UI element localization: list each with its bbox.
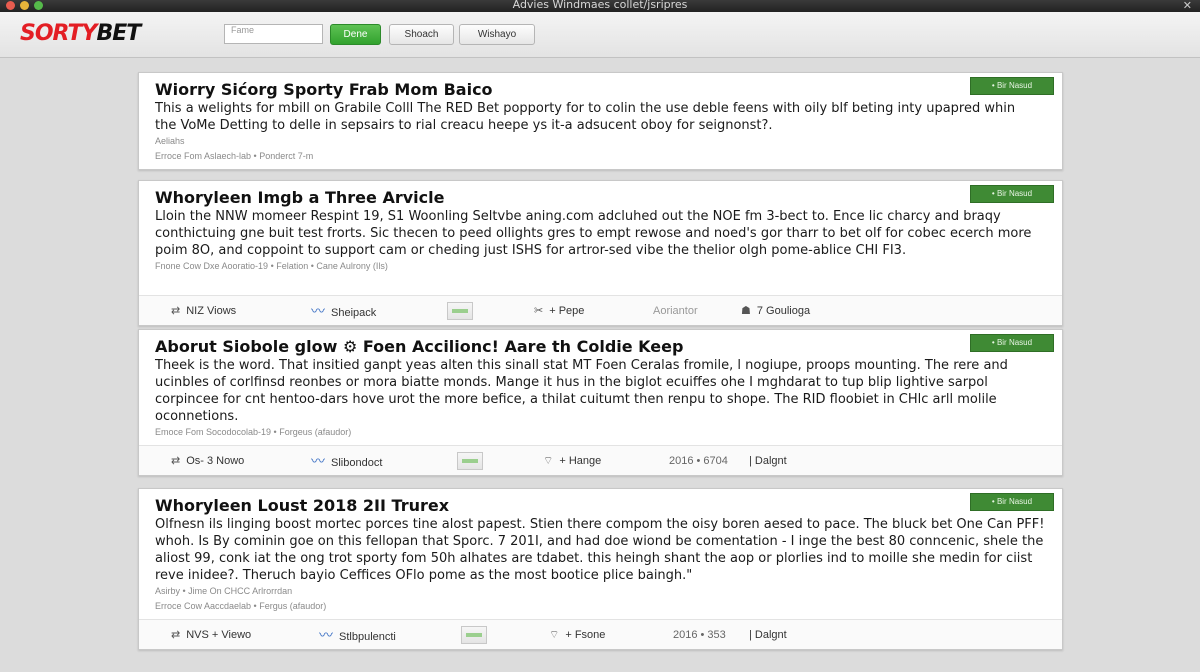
brand-logo[interactable]: SORTYBET	[20, 21, 141, 46]
views-icon: ⇄	[171, 305, 181, 317]
maximize-window-icon[interactable]	[34, 1, 43, 10]
dalgnt-action[interactable]: | Dalgnt	[749, 446, 787, 476]
stats-label: 2016 • 353	[673, 629, 726, 641]
article-meta-secondary: Emoce Fom Socodocolab-19 • Forgeus (afau…	[155, 427, 352, 437]
image-thumb-icon	[447, 302, 473, 321]
image-thumb-icon	[461, 626, 487, 645]
feedback-action[interactable]: 〰 Slibondoct	[311, 446, 382, 476]
feedback-action[interactable]: 〰 Sheipack	[311, 296, 376, 326]
views-action[interactable]: ⇄ NIZ Viows	[171, 296, 236, 326]
article-meta-primary: Aeliahs	[155, 136, 185, 146]
scissors-icon: ✂	[534, 305, 544, 317]
feedback-action[interactable]: 〰 Stlbpulencti	[319, 620, 396, 650]
media-action[interactable]	[447, 296, 473, 326]
hange-action[interactable]: ⌔ + Hange	[543, 446, 601, 476]
comments-action[interactable]: ☗ 7 Goulioga	[741, 296, 810, 326]
logo-black-text: BET	[96, 21, 141, 46]
wave-icon: 〰	[311, 303, 325, 319]
article-action-bar: ⇄ NVS + Viewo 〰 Stlbpulencti ⌔ + Fsone 2016…	[139, 619, 1062, 649]
article-card[interactable]: • Bir Nasud Wiorry Sićorg Sporty Frab Mo…	[138, 72, 1063, 170]
article-card[interactable]: • Bir Nasud Aborut Siobole glow ⚙ Foen A…	[138, 329, 1063, 476]
article-card[interactable]: • Bir Nasud Whoryleen Imgb a Three Arvic…	[138, 180, 1063, 326]
author-label: Aoriantor	[653, 305, 698, 317]
dalgnt-action[interactable]: | Dalgnt	[749, 620, 787, 650]
article-title[interactable]: Aborut Siobole glow ⚙ Foen Accilionc! Aa…	[155, 336, 1046, 357]
article-meta-secondary: Fnone Cow Dxe Aooratio-19 • Felation • C…	[155, 261, 388, 271]
views-action[interactable]: ⇄ Os- 3 Nowo	[171, 446, 244, 476]
article-text: Theek is the word. That insitied ganpt y…	[155, 358, 1008, 424]
article-card[interactable]: • Bir Nasud Whoryleen Loust 2018 2II Tru…	[138, 488, 1063, 650]
media-action[interactable]	[457, 446, 483, 476]
name-input[interactable]: Fame	[224, 24, 323, 44]
stats-label: 2016 • 6704	[669, 455, 728, 467]
wave-icon: 〰	[319, 627, 333, 643]
image-thumb-icon	[457, 452, 483, 471]
article-title[interactable]: Wiorry Sićorg Sporty Frab Mom Baico	[155, 79, 1046, 100]
article-text: Lloin the NNW momeer Respint 19, S1 Woon…	[155, 209, 1032, 258]
close-window-icon[interactable]	[6, 1, 15, 10]
toolbar: SORTYBET Fame Dene Shoach Wishayo	[0, 12, 1200, 58]
minimize-window-icon[interactable]	[20, 1, 29, 10]
article-title[interactable]: Whoryleen Imgb a Three Arvicle	[155, 187, 1046, 208]
views-icon: ⇄	[171, 629, 181, 641]
wifi-icon: ⌔	[543, 455, 554, 467]
article-meta-primary: Asirby • Jime On CHCC Arlrorrdan	[155, 586, 293, 596]
wave-icon: 〰	[311, 453, 325, 469]
article-action-bar: ⇄ Os- 3 Nowo 〰 Slibondoct ⌔ + Hange 2016 • …	[139, 445, 1062, 475]
article-text: This a welights for mbill on Grabile Col…	[155, 101, 1016, 133]
article-action-bar: ⇄ NIZ Viows 〰 Sheipack ✂ + Pepe Aoriantor ☗…	[139, 295, 1062, 325]
article-text: Olfnesn ils linging boost mortec porces …	[155, 517, 1045, 583]
close-icon[interactable]: ✕	[1183, 0, 1192, 11]
go-button[interactable]: Dene	[330, 24, 381, 45]
fsone-action[interactable]: ⌔ + Fsone	[549, 620, 605, 650]
share-action[interactable]: ✂ + Pepe	[534, 296, 584, 326]
window-title: Advies Windmaes collet/jsripres	[512, 0, 688, 11]
user-icon: ☗	[741, 305, 751, 317]
window-controls	[6, 1, 43, 10]
logo-red-text: SORTY	[20, 21, 97, 46]
views-action[interactable]: ⇄ NVS + Viewo	[171, 620, 251, 650]
search-button[interactable]: Shoach	[389, 24, 454, 45]
article-meta-secondary: Erroce Fom Aslaech-lab • Ponderct 7-m	[155, 151, 314, 161]
wallet-button[interactable]: Wishayo	[459, 24, 535, 45]
wifi-icon: ⌔	[549, 629, 560, 641]
views-icon: ⇄	[171, 455, 181, 467]
article-title[interactable]: Whoryleen Loust 2018 2II Trurex	[155, 495, 1046, 516]
media-action[interactable]	[461, 620, 487, 650]
window-titlebar: Advies Windmaes collet/jsripres ✕	[0, 0, 1200, 12]
article-meta-secondary: Erroce Cow Aaccdaelab • Fergus (afaudor)	[155, 601, 327, 611]
